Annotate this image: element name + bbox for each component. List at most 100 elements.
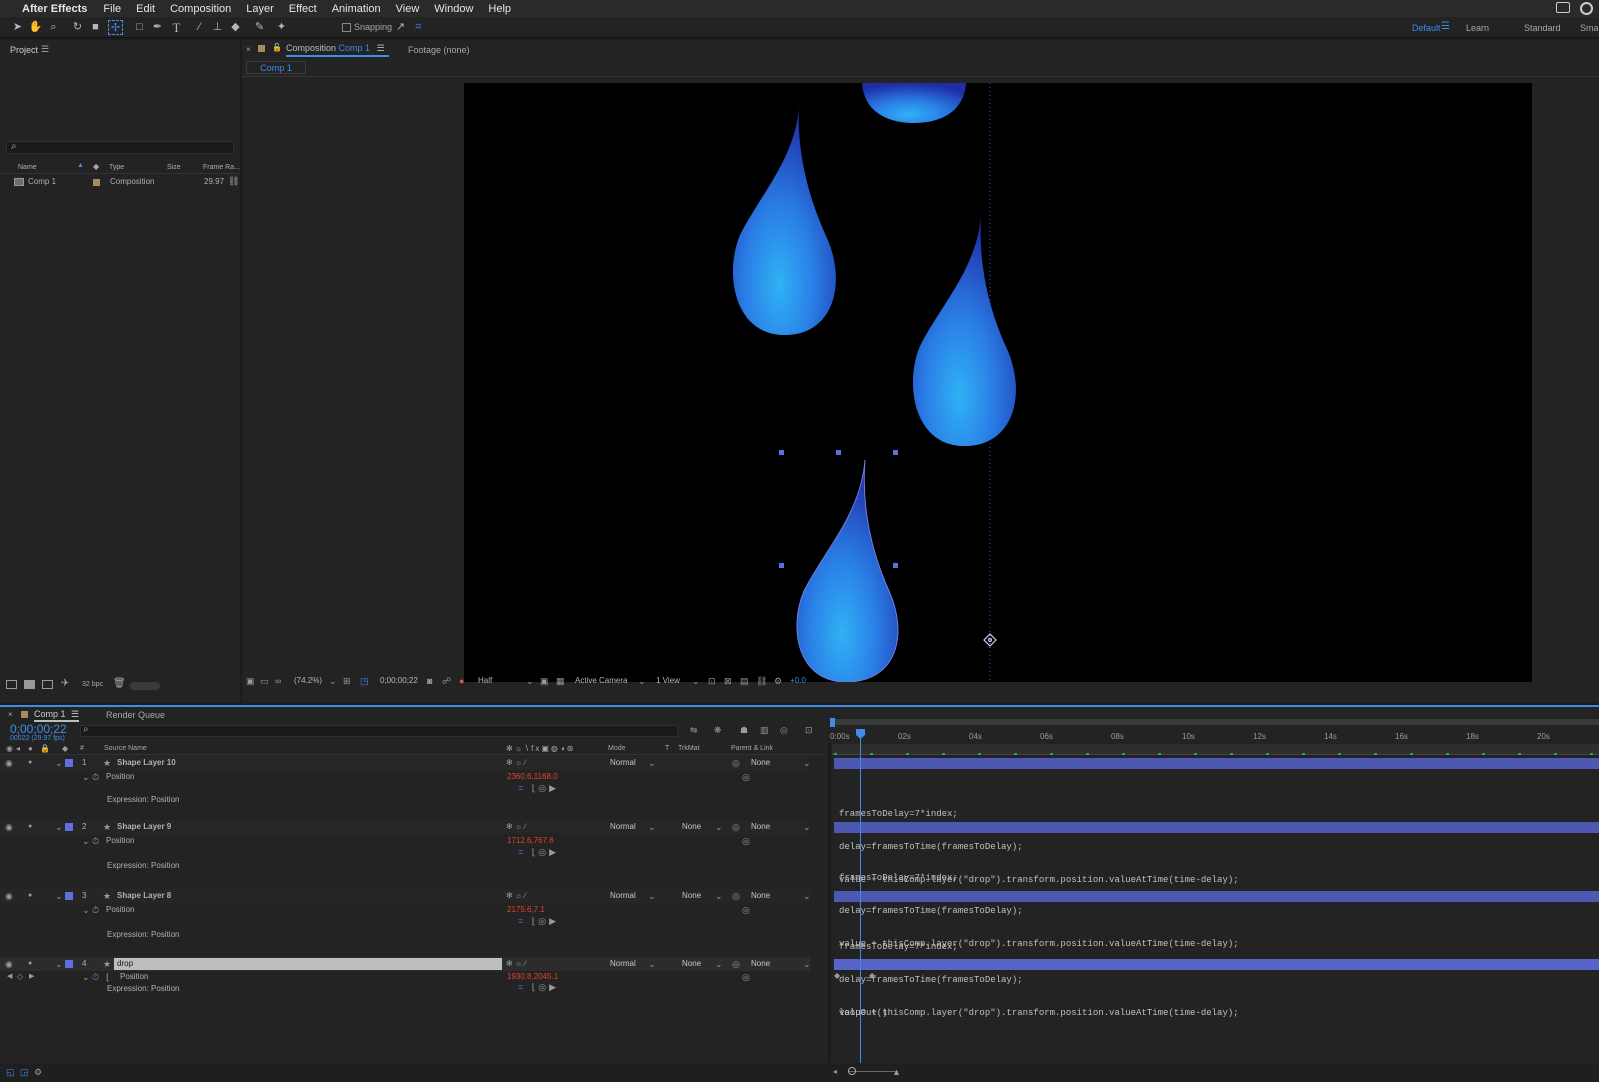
next-keyframe-icon[interactable]: ▶ <box>29 971 34 983</box>
chevron-down-icon[interactable]: ⌄ <box>55 890 63 902</box>
chevron-down-icon[interactable]: ⌄ <box>803 890 811 902</box>
keyframe-icon[interactable]: ◆ <box>834 970 840 982</box>
tab-timeline-comp[interactable]: Comp 1 ☰ <box>34 709 80 722</box>
layer-row[interactable]: ◉ ● ⌄ 1 ★ Shape Layer 10 ✻ ☼ ∕ Normal ⌄ … <box>0 756 811 770</box>
panel-divider[interactable] <box>828 743 831 1063</box>
stopwatch-icon[interactable]: ⏱ <box>92 904 99 916</box>
pick-whip-icon[interactable]: ◎ <box>732 958 740 970</box>
stopwatch-icon[interactable]: ⏱ <box>92 835 99 847</box>
menu-edit[interactable]: Edit <box>136 3 155 15</box>
eye-icon[interactable]: ◉ <box>5 821 13 833</box>
zoom-in-icon[interactable]: ▲ <box>892 1066 901 1078</box>
zoom-slider-thumb[interactable] <box>848 1067 856 1075</box>
timeline-search-input[interactable] <box>80 725 678 737</box>
column-type[interactable]: Type <box>109 161 124 175</box>
menu-effect[interactable]: Effect <box>289 3 317 15</box>
mode-dropdown[interactable]: Normal <box>610 757 636 769</box>
view-layout-dropdown[interactable]: 1 View <box>656 676 680 685</box>
chevron-down-icon[interactable]: ⌄ <box>55 821 63 833</box>
solo-icon[interactable]: ● <box>28 958 32 970</box>
tab-render-queue[interactable]: Render Queue <box>106 710 165 720</box>
creative-cloud-icon[interactable] <box>1580 2 1593 15</box>
motion-blur-icon[interactable]: ◎ <box>780 724 788 736</box>
menu-window[interactable]: Window <box>434 3 473 15</box>
audio-header-icon[interactable]: ◂ <box>16 743 20 755</box>
solo-icon[interactable]: ● <box>28 821 32 833</box>
flowchart-icon[interactable]: ⛓ <box>756 675 767 687</box>
lock-icon[interactable]: 🔓 <box>272 43 282 52</box>
chevron-down-icon[interactable]: ⌄ <box>648 890 656 902</box>
column-parent-link[interactable]: Parent & Link <box>731 745 773 752</box>
toggle-pixel-aspect-icon[interactable]: ⊡ <box>708 675 716 687</box>
layer-switches-icons[interactable]: ✻ ☼ ∕ <box>506 958 526 970</box>
pick-whip-icon[interactable]: ◎ <box>732 821 740 833</box>
close-tab-icon[interactable]: × <box>246 45 251 54</box>
column-t[interactable]: T <box>665 745 669 752</box>
chevron-down-icon[interactable]: ⌄ <box>82 904 90 916</box>
selection-tool-icon[interactable]: ➤ <box>10 20 25 35</box>
column-size[interactable]: Size <box>167 161 181 175</box>
label-tag-icon[interactable]: ◆ <box>93 162 99 171</box>
pen-tool-icon[interactable]: ✒ <box>150 20 165 35</box>
exposure-value[interactable]: +0.0 <box>790 676 806 685</box>
clone-stamp-tool-icon[interactable]: ⊥ <box>210 20 225 35</box>
chevron-down-icon[interactable]: ⌄ <box>55 958 63 970</box>
monitor-icon[interactable]: ▭ <box>260 675 269 687</box>
parent-dropdown[interactable]: None <box>751 821 770 833</box>
chevron-down-icon[interactable]: ⌄ <box>55 757 63 769</box>
work-area-start-icon[interactable] <box>830 718 835 727</box>
zoom-tool-icon[interactable]: ⌕ <box>46 20 61 35</box>
magnification-dropdown[interactable]: (74.2%) <box>294 676 322 685</box>
layer-name[interactable]: Shape Layer 8 <box>117 889 171 903</box>
timeline-timecode[interactable]: 0;00;00;22 <box>10 722 67 736</box>
eye-icon[interactable]: ◉ <box>5 890 13 902</box>
eye-icon[interactable]: ◉ <box>5 958 13 970</box>
switches-header-icons[interactable]: ✻☼∖fx▣◍◑⊛ <box>506 744 575 753</box>
composition-canvas[interactable] <box>464 83 1532 682</box>
parent-dropdown[interactable]: None <box>751 958 770 970</box>
thumbnail-slider[interactable] <box>130 682 160 690</box>
video-toggle-header-icon[interactable]: ◉ <box>6 743 13 755</box>
layer-row[interactable]: ◉ ● ⌄ 3 ★ Shape Layer 8 ✻ ☼ ∕ Normal ⌄ N… <box>0 889 811 903</box>
property-row[interactable]: ⌄ ⏱ Position 2360.6,1168.0 ◎ <box>0 770 810 784</box>
expression-switches[interactable]: = ⌊◎▶ <box>518 847 559 858</box>
label-color-swatch[interactable] <box>65 892 73 900</box>
snapshot-camera-icon[interactable]: ◙ <box>427 675 432 687</box>
fast-preview-icon[interactable]: ⊠ <box>724 675 732 687</box>
transparency-grid-icon[interactable]: ▦ <box>556 675 565 687</box>
toggle-mask-icon[interactable]: ◳ <box>360 675 369 687</box>
menu-animation[interactable]: Animation <box>332 3 381 15</box>
stopwatch-icon[interactable]: ⏱ <box>92 771 99 783</box>
bit-depth-label[interactable]: 32 bpc <box>82 681 103 688</box>
new-folder-icon[interactable] <box>24 680 35 689</box>
breadcrumb[interactable]: Comp 1 <box>246 61 306 74</box>
chevron-down-icon[interactable]: ⌄ <box>648 757 656 769</box>
chevron-down-icon[interactable]: ⌄ <box>715 958 723 970</box>
chevron-down-icon[interactable]: ⌄ <box>329 675 337 687</box>
expression-switches[interactable]: = ⌊◎▶ <box>518 916 559 927</box>
column-number[interactable]: # <box>80 745 84 752</box>
toggle-render-time-icon[interactable]: ⚙ <box>34 1066 42 1078</box>
panel-menu-icon[interactable]: ☰ <box>41 44 49 55</box>
expression-editor[interactable]: framesToDelay=7*index; delay=framesToTim… <box>839 920 1239 1041</box>
column-frame-rate[interactable]: Frame Ra... <box>203 161 240 175</box>
layer-name-field[interactable]: drop <box>114 958 502 970</box>
toggle-switches-icon[interactable]: ◱ <box>6 1066 15 1078</box>
menu-file[interactable]: File <box>103 3 121 15</box>
layer-duration-bar[interactable] <box>834 822 1599 833</box>
workspace-standard[interactable]: Standard <box>1524 23 1561 33</box>
snap-options-icon[interactable]: ↗ <box>393 20 408 35</box>
pan-behind-tool-icon[interactable]: ✢ <box>108 20 123 35</box>
rectangle-tool-icon[interactable]: □ <box>132 20 147 35</box>
shy-layers-icon[interactable]: ☗ <box>740 724 748 736</box>
label-header-icon[interactable]: ◆ <box>62 743 68 755</box>
mode-dropdown[interactable]: Normal <box>610 958 636 970</box>
layer-row-selected[interactable]: ◉ ● ⌄ 4 ★ drop ✻ ☼ ∕ Normal ⌄ None ⌄ ◎ N… <box>0 957 811 971</box>
workspace-small[interactable]: Sma <box>1580 23 1599 33</box>
parent-dropdown[interactable]: None <box>751 757 770 769</box>
brush-tool-icon[interactable]: ∕ <box>192 20 207 35</box>
project-search-input[interactable] <box>6 141 234 154</box>
pick-whip-icon[interactable]: ◎ <box>742 835 750 847</box>
chevron-down-icon[interactable]: ⌄ <box>715 890 723 902</box>
workspace-learn[interactable]: Learn <box>1466 23 1489 33</box>
